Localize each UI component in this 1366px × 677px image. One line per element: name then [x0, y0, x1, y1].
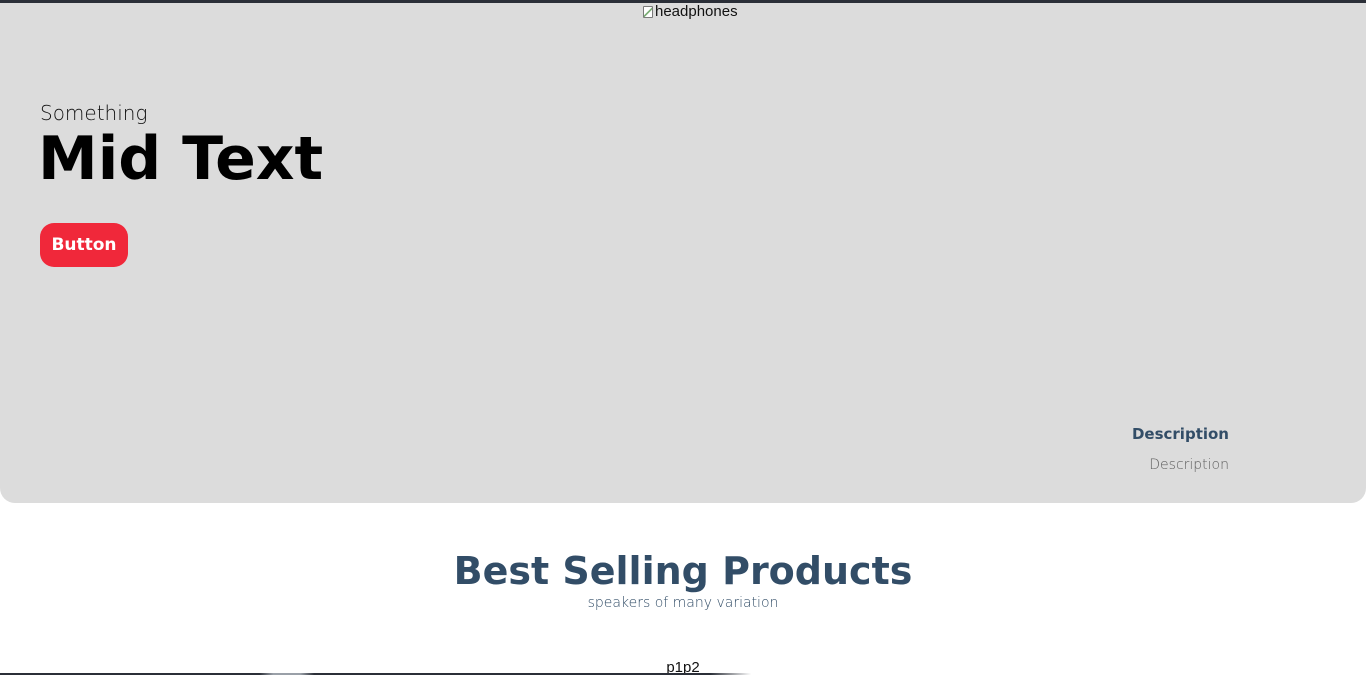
broken-image-icon — [643, 6, 653, 18]
hero-banner: headphones Something Mid Text Button Des… — [0, 3, 1366, 503]
hero-image: headphones — [643, 3, 738, 21]
best-selling-subtitle: speakers of many variation — [587, 595, 779, 611]
best-selling-title: Best Selling Products — [453, 549, 913, 593]
hero-description-text: Description — [1149, 457, 1229, 473]
hero-title: Mid Text — [38, 124, 324, 194]
hero-image-alt-text: headphones — [655, 3, 738, 20]
hero-button[interactable]: Button — [40, 223, 128, 267]
hero-description: Description Description — [1132, 423, 1229, 474]
hero-small-text: Something — [40, 101, 148, 125]
best-selling-heading: Best Selling Products speakers of many v… — [0, 548, 1366, 612]
hero-description-title: Description — [1131, 425, 1229, 443]
